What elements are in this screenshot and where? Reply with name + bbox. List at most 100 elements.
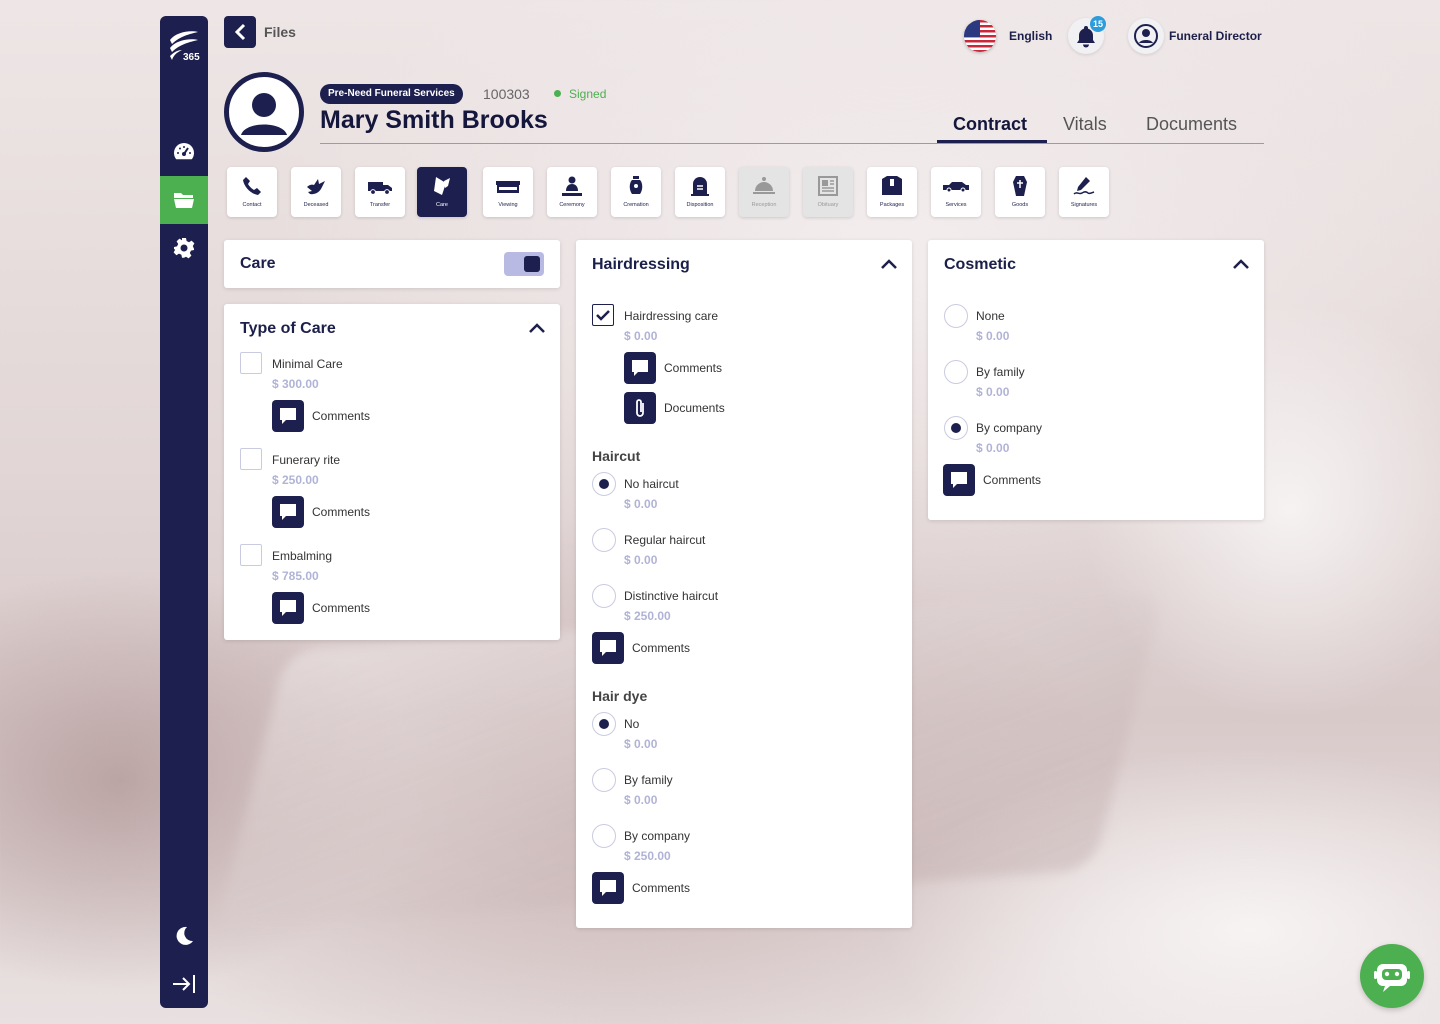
comment-icon	[951, 472, 967, 488]
section-tile-obituary[interactable]: Obituary	[803, 167, 853, 217]
breadcrumb-files[interactable]: Files	[264, 24, 296, 40]
section-tile-care[interactable]: Care	[417, 167, 467, 217]
option-price: $ 0.00	[624, 737, 658, 751]
urn-icon	[629, 176, 643, 194]
option-label: By family	[976, 365, 1025, 379]
comments-button[interactable]	[272, 592, 304, 624]
back-button[interactable]	[224, 16, 256, 48]
section-tile-cremation[interactable]: Cremation	[611, 167, 661, 217]
option-label: By family	[624, 773, 673, 787]
funerary-rite-checkbox[interactable]	[240, 448, 262, 470]
section-tile-disposition[interactable]: Disposition	[675, 167, 725, 217]
no-haircut-radio[interactable]	[592, 472, 616, 496]
user-circle-icon	[1134, 24, 1158, 48]
section-tile-reception[interactable]: Reception	[739, 167, 789, 217]
chevron-up-icon[interactable]	[880, 258, 898, 270]
moon-icon	[176, 926, 193, 945]
comments-button[interactable]	[272, 400, 304, 432]
user-role[interactable]: Funeral Director	[1169, 29, 1262, 43]
option-price: $ 250.00	[624, 849, 671, 863]
casket-icon	[496, 181, 520, 193]
comments-label: Comments	[312, 601, 371, 615]
section-tile-deceased[interactable]: Deceased	[291, 167, 341, 217]
tab-documents[interactable]: Documents	[1146, 114, 1237, 144]
care-toggle[interactable]	[504, 252, 544, 276]
hairdressing-care-checkbox[interactable]	[592, 304, 614, 326]
robot-icon	[1374, 964, 1410, 992]
sidebar-item-settings[interactable]	[160, 224, 208, 272]
option-price: $ 0.00	[976, 329, 1010, 343]
chevron-up-icon[interactable]	[1232, 258, 1250, 270]
comments-label: Comments	[312, 409, 371, 423]
section-tile-goods[interactable]: Goods	[995, 167, 1045, 217]
phone-icon	[243, 177, 261, 195]
tab-vitals[interactable]: Vitals	[1063, 114, 1107, 144]
option-label: Regular haircut	[624, 533, 706, 547]
documents-label: Documents	[664, 401, 725, 415]
comments-button[interactable]	[592, 632, 624, 664]
minimal-care-checkbox[interactable]	[240, 352, 262, 374]
cloche-icon	[753, 177, 775, 194]
documents-button[interactable]	[624, 392, 656, 424]
section-tile-signatures[interactable]: Signatures	[1059, 167, 1109, 217]
option-price: $ 0.00	[624, 329, 658, 343]
option-price: $ 250.00	[272, 473, 319, 487]
option-label: By company	[976, 421, 1043, 435]
language-selector[interactable]: English	[1009, 29, 1052, 43]
sidebar-item-dashboard[interactable]	[160, 128, 208, 176]
option-price: $ 0.00	[976, 385, 1010, 399]
comments-button[interactable]	[592, 872, 624, 904]
user-menu-button[interactable]	[1128, 18, 1164, 54]
chevron-up-icon[interactable]	[528, 322, 546, 334]
section-tile-ceremony[interactable]: Ceremony	[547, 167, 597, 217]
section-tile-viewing[interactable]: Viewing	[483, 167, 533, 217]
sidebar-item-collapse[interactable]	[160, 960, 208, 1008]
comments-label: Comments	[312, 505, 371, 519]
option-label: Embalming	[272, 549, 333, 563]
section-tile-packages[interactable]: Packages	[867, 167, 917, 217]
section-tile-services[interactable]: Services	[931, 167, 981, 217]
hair-dye-no-radio[interactable]	[592, 712, 616, 736]
comment-icon	[280, 408, 296, 424]
page-title: Mary Smith Brooks	[320, 106, 548, 134]
status-badge: Signed	[569, 87, 607, 101]
section-tile-contact[interactable]: Contact	[227, 167, 277, 217]
comment-icon	[600, 640, 616, 656]
embalming-checkbox[interactable]	[240, 544, 262, 566]
distinctive-haircut-radio[interactable]	[592, 584, 616, 608]
hairdressing-title: Hairdressing	[592, 256, 690, 273]
comments-label: Comments	[664, 361, 723, 375]
package-icon	[882, 176, 902, 195]
tab-active-indicator	[937, 140, 1047, 143]
coffin-icon	[1013, 176, 1027, 196]
regular-haircut-radio[interactable]	[592, 528, 616, 552]
ceremony-icon	[562, 176, 582, 196]
comments-button[interactable]	[272, 496, 304, 528]
hair-dye-by-family-radio[interactable]	[592, 768, 616, 792]
hair-dye-by-company-radio[interactable]	[592, 824, 616, 848]
option-label: Distinctive haircut	[624, 589, 719, 603]
section-tile-transfer[interactable]: Transfer	[355, 167, 405, 217]
cosmetic-by-company-radio[interactable]	[944, 416, 968, 440]
sidebar: 365	[160, 16, 208, 1008]
us-flag-icon[interactable]	[964, 20, 996, 52]
sidebar-item-files[interactable]	[160, 176, 208, 224]
app-logo[interactable]: 365	[166, 26, 202, 66]
chevron-left-icon	[234, 23, 246, 41]
cosmetic-by-family-radio[interactable]	[944, 360, 968, 384]
file-number: 100303	[483, 86, 530, 102]
newspaper-icon	[818, 176, 838, 196]
comments-label: Comments	[632, 641, 691, 655]
option-label: By company	[624, 829, 691, 843]
service-type-badge: Pre-Need Funeral Services	[320, 84, 463, 104]
care-card-title: Care	[240, 255, 276, 272]
cosmetic-none-radio[interactable]	[944, 304, 968, 328]
comments-button[interactable]	[943, 464, 975, 496]
expand-arrow-icon	[173, 975, 195, 993]
chatbot-button[interactable]	[1360, 944, 1424, 1008]
header-controls: English 15 Funeral Director	[960, 16, 1270, 56]
hair-dye-title: Hair dye	[592, 688, 648, 704]
comb-icon	[434, 177, 450, 195]
sidebar-item-dark-mode[interactable]	[160, 912, 208, 960]
comments-button[interactable]	[624, 352, 656, 384]
